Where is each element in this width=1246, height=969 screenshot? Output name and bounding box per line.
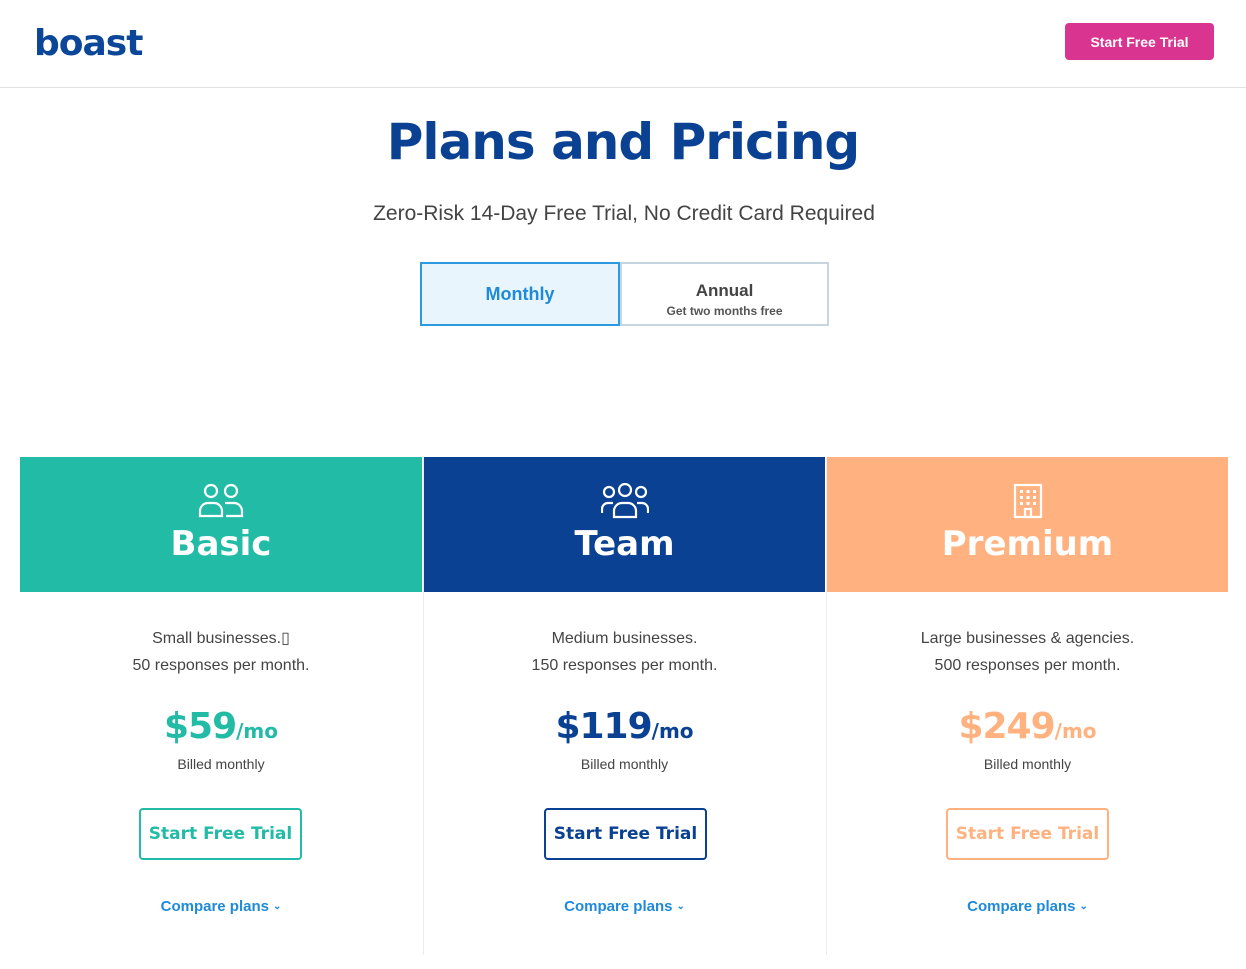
premium-start-free-trial-button[interactable]: Start Free Trial xyxy=(946,808,1109,860)
plan-header-team: Team xyxy=(424,457,825,592)
compare-plans-label: Compare plans xyxy=(967,898,1076,915)
price-period: /mo xyxy=(236,719,279,743)
plan-header-basic: Basic xyxy=(20,457,422,592)
plan-card-team: Team Medium businesses. 150 responses pe… xyxy=(423,457,825,955)
price-amount: $59 xyxy=(163,706,237,747)
building-icon xyxy=(1013,483,1042,519)
chevron-down-icon: ⌄ xyxy=(272,901,282,912)
page-subtitle: Zero-Risk 14-Day Free Trial, No Credit C… xyxy=(373,202,875,225)
plan-card-basic: Basic Small businesses.▯ 50 responses pe… xyxy=(20,457,422,955)
price-period: /mo xyxy=(1054,719,1097,743)
plan-responses: 50 responses per month. xyxy=(132,657,310,674)
plan-name: Premium xyxy=(941,524,1114,564)
plan-price: $59/mo xyxy=(20,705,422,755)
plan-responses: 500 responses per month. xyxy=(934,657,1121,674)
annual-discount-note: Get two months free xyxy=(666,303,783,318)
team-start-free-trial-button[interactable]: Start Free Trial xyxy=(544,808,707,860)
billing-toggle-monthly[interactable]: Monthly xyxy=(420,262,620,326)
billing-toggle-annual[interactable]: Annual Get two months free xyxy=(620,262,829,326)
plan-card-premium: Premium Large businesses & agencies. 500… xyxy=(826,457,1228,955)
plan-description: Small businesses.▯ 50 responses per mont… xyxy=(20,625,422,679)
compare-plans-link[interactable]: Compare plans ⌄ xyxy=(424,898,825,915)
plan-audience: Small businesses.▯ xyxy=(152,630,290,647)
three-users-icon xyxy=(600,483,649,519)
two-users-icon xyxy=(198,483,244,518)
price-amount: $249 xyxy=(958,706,1055,747)
plan-audience: Medium businesses. xyxy=(551,630,698,647)
billing-note: Billed monthly xyxy=(983,756,1072,772)
boast-logo[interactable]: boast xyxy=(34,20,143,68)
compare-plans-label: Compare plans xyxy=(160,898,269,915)
billing-note: Billed monthly xyxy=(177,756,265,772)
plan-name: Team xyxy=(574,524,675,564)
compare-plans-link[interactable]: Compare plans ⌄ xyxy=(20,898,422,915)
billing-note: Billed monthly xyxy=(580,756,669,772)
price-period: /mo xyxy=(651,719,694,743)
compare-plans-link[interactable]: Compare plans ⌄ xyxy=(827,898,1228,915)
plan-responses: 150 responses per month. xyxy=(531,657,718,674)
plan-name: Basic xyxy=(170,524,272,564)
basic-start-free-trial-button[interactable]: Start Free Trial xyxy=(139,808,302,860)
annual-label: Annual xyxy=(695,280,754,300)
chevron-down-icon: ⌄ xyxy=(1079,901,1088,912)
compare-plans-label: Compare plans xyxy=(564,898,673,915)
plan-header-premium: Premium xyxy=(827,457,1228,592)
top-navigation-bar: boast Start Free Trial xyxy=(0,0,1246,88)
chevron-down-icon: ⌄ xyxy=(676,901,685,912)
plan-price: $119/mo xyxy=(424,705,825,755)
header-start-free-trial-button[interactable]: Start Free Trial xyxy=(1065,23,1214,60)
plan-price: $249/mo xyxy=(827,705,1228,755)
plan-description: Large businesses & agencies. 500 respons… xyxy=(827,625,1228,679)
plan-description: Medium businesses. 150 responses per mon… xyxy=(424,625,825,679)
page-title: Plans and Pricing xyxy=(386,113,860,171)
plan-audience: Large businesses & agencies. xyxy=(920,630,1135,647)
price-amount: $119 xyxy=(555,706,652,747)
